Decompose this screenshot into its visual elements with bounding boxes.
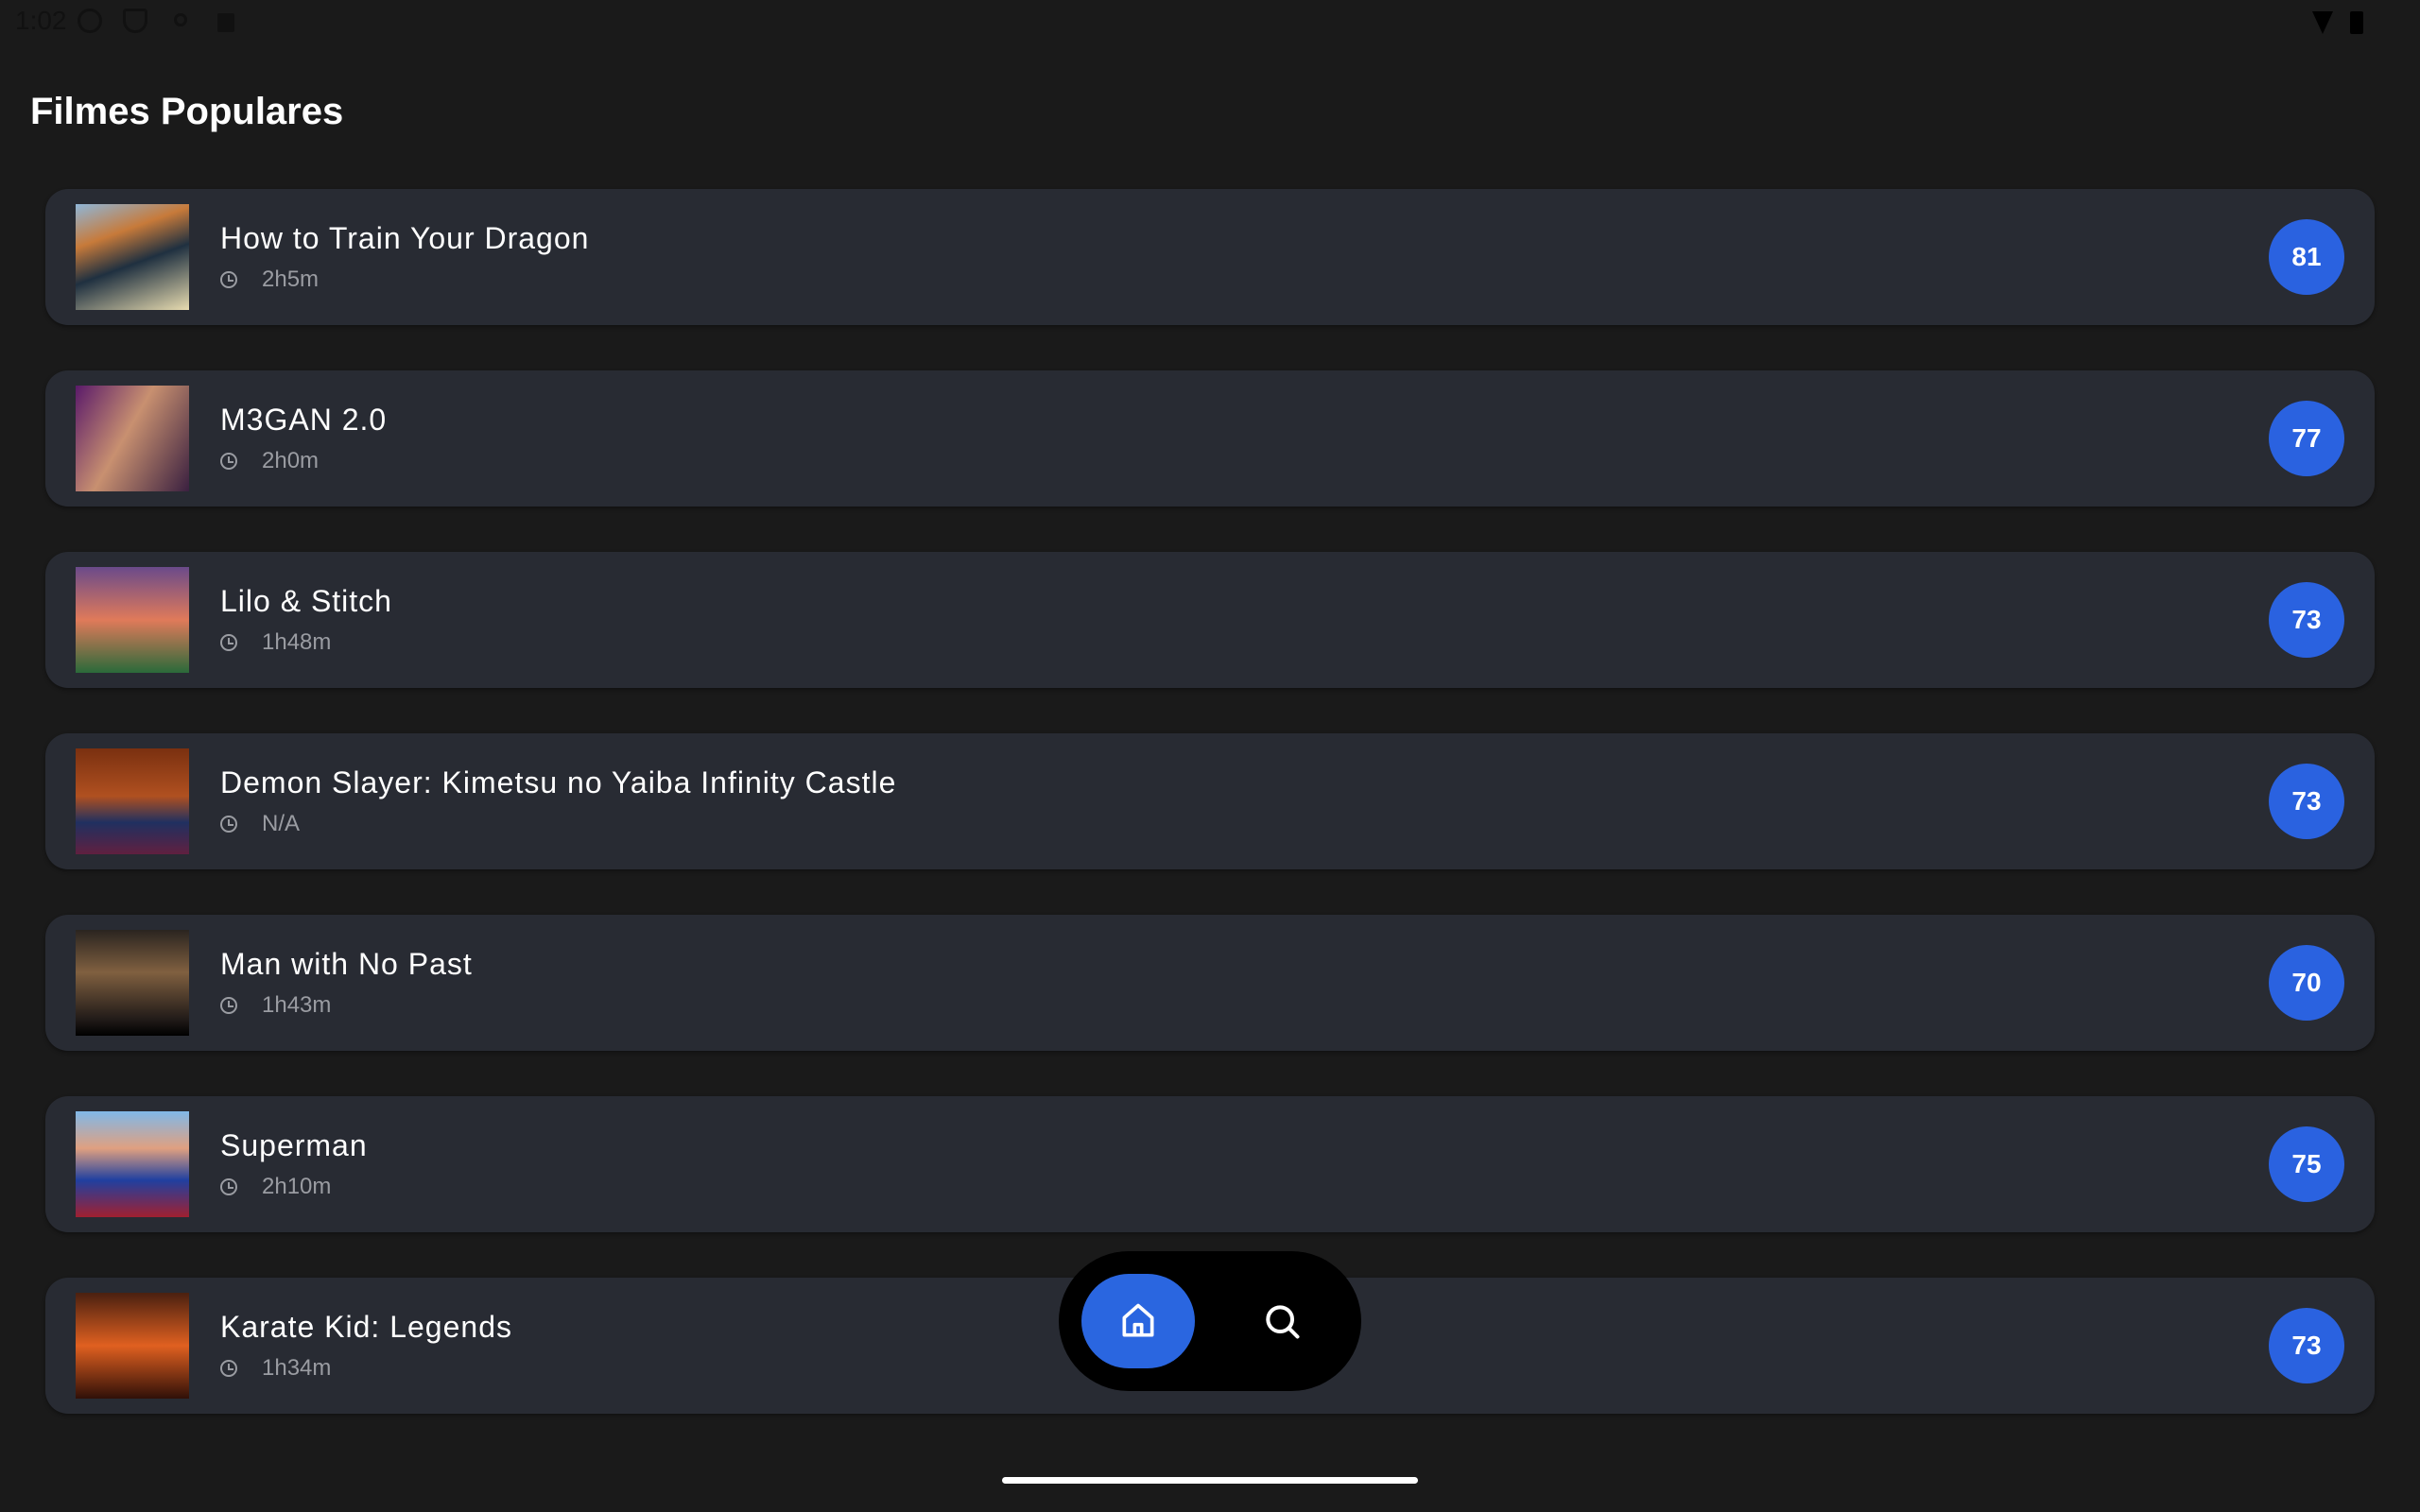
accessibility-icon <box>174 13 187 26</box>
movie-title: Man with No Past <box>220 947 473 981</box>
score-badge: 70 <box>2269 945 2344 1021</box>
movie-poster <box>76 567 189 673</box>
movie-card[interactable]: Man with No Past 1h43m 70 <box>45 915 2375 1051</box>
shield-icon <box>123 9 147 33</box>
movie-card[interactable]: Lilo & Stitch 1h48m 73 <box>45 552 2375 688</box>
movie-poster <box>76 204 189 310</box>
movie-duration: N/A <box>262 811 301 836</box>
clock-icon <box>220 1178 237 1195</box>
info-icon <box>78 9 102 33</box>
score-badge: 77 <box>2269 401 2344 476</box>
clock-icon <box>220 271 237 288</box>
movie-duration-row: 2h10m <box>220 1174 331 1200</box>
font-icon <box>217 13 234 32</box>
wifi-icon <box>2312 11 2333 34</box>
status-time: 1:02 <box>15 6 67 35</box>
movie-card[interactable]: M3GAN 2.0 2h0m 77 <box>45 370 2375 507</box>
movie-duration: 2h0m <box>262 448 320 473</box>
home-icon <box>1122 1303 1154 1337</box>
movie-duration: 1h43m <box>262 992 332 1018</box>
search-icon <box>1266 1305 1300 1339</box>
movie-card[interactable]: Superman 2h10m 75 <box>45 1096 2375 1232</box>
movie-duration-row: 2h0m <box>220 448 319 474</box>
page-title: Filmes Populares <box>30 91 344 132</box>
clock-icon <box>220 453 237 470</box>
score-badge: 73 <box>2269 582 2344 658</box>
movie-poster <box>76 1111 189 1217</box>
movie-poster <box>76 386 189 491</box>
movie-duration-row: N/A <box>220 811 300 837</box>
battery-icon <box>2350 11 2363 34</box>
clock-icon <box>220 816 237 833</box>
movie-title: Demon Slayer: Kimetsu no Yaiba Infinity … <box>220 765 897 799</box>
movie-duration: 2h10m <box>262 1174 332 1199</box>
movie-title: How to Train Your Dragon <box>220 221 590 255</box>
nav-search-button[interactable] <box>1225 1274 1339 1368</box>
movie-duration-row: 1h48m <box>220 629 331 656</box>
movie-duration-row: 2h5m <box>220 266 319 293</box>
movie-poster <box>76 930 189 1036</box>
bottom-nav <box>1059 1251 1361 1391</box>
movie-title: Karate Kid: Legends <box>220 1310 512 1344</box>
score-badge: 81 <box>2269 219 2344 295</box>
score-badge: 73 <box>2269 1308 2344 1383</box>
movie-title: M3GAN 2.0 <box>220 403 388 437</box>
movie-duration-row: 1h34m <box>220 1355 331 1382</box>
movie-duration: 1h34m <box>262 1355 332 1381</box>
home-indicator[interactable] <box>1002 1477 1418 1484</box>
movie-poster <box>76 1293 189 1399</box>
movie-duration: 2h5m <box>262 266 320 292</box>
movie-card[interactable]: How to Train Your Dragon 2h5m 81 <box>45 189 2375 325</box>
movie-title: Lilo & Stitch <box>220 584 392 618</box>
movie-duration: 1h48m <box>262 629 332 655</box>
score-badge: 75 <box>2269 1126 2344 1202</box>
movie-title: Superman <box>220 1128 368 1162</box>
status-bar: 1:02 <box>0 0 2420 47</box>
clock-icon <box>220 634 237 651</box>
score-badge: 73 <box>2269 764 2344 839</box>
clock-icon <box>220 1360 237 1377</box>
movie-poster <box>76 748 189 854</box>
nav-home-button[interactable] <box>1081 1274 1195 1368</box>
clock-icon <box>220 997 237 1014</box>
movie-card[interactable]: Demon Slayer: Kimetsu no Yaiba Infinity … <box>45 733 2375 869</box>
movie-duration-row: 1h43m <box>220 992 331 1019</box>
